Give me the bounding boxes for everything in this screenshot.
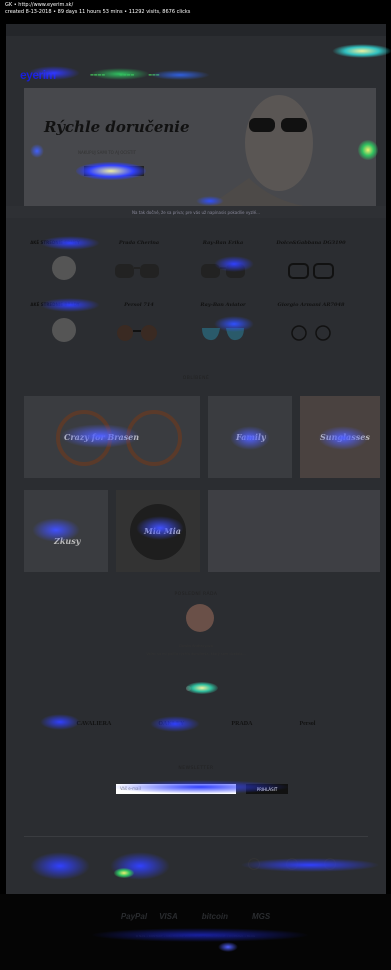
newsletter-email-input[interactable]: Váš e-mail — [116, 784, 236, 794]
category-avatar[interactable] — [52, 256, 76, 280]
glasses-image[interactable] — [200, 324, 246, 342]
hero-cta-button[interactable] — [84, 166, 144, 176]
chat-icon[interactable] — [324, 858, 336, 870]
glasses-image[interactable] — [200, 262, 246, 280]
mail-icon[interactable] — [286, 858, 298, 870]
reviewer-name: Dorota Andrasyova — [179, 644, 213, 648]
category-tile[interactable] — [208, 490, 380, 572]
nav-item[interactable]: ▬▬▬▬ — [119, 72, 134, 77]
review-pager[interactable] — [186, 686, 216, 692]
heatmap-header: GK • http://www.eyerim.sk/ created 8-13-… — [0, 0, 391, 22]
category-tile[interactable]: Sunglasses — [300, 396, 380, 478]
main-nav: ▬▬▬▬ ▬▬▬▬ ▬▬▬ — [90, 72, 160, 77]
brand-logo[interactable]: Persol — [299, 721, 315, 727]
website-screenshot: eyerim ▬▬▬▬ ▬▬▬▬ ▬▬▬ Rýchle doručenie NA… — [6, 24, 386, 894]
site-logo[interactable]: eyerim — [20, 68, 56, 82]
glasses-image[interactable] — [114, 324, 160, 342]
payments-footer — [0, 894, 391, 970]
phone-icon[interactable] — [248, 858, 260, 870]
review-title: POSLEDNÍ RÁDA — [174, 592, 218, 597]
brand-logo[interactable]: OAKLEY — [158, 721, 184, 727]
category-tile[interactable]: Mia Mia — [116, 490, 200, 572]
brand-strip: CAVALIERA OAKLEY PRADA Persol — [6, 714, 386, 734]
payment-logo: bitcoin — [201, 912, 228, 921]
payment-logos: PayPal VISA bitcoin MGS — [0, 912, 391, 921]
header-url: GK • http://www.eyerim.sk/ — [5, 2, 74, 8]
footer-icons — [248, 858, 378, 872]
category-label[interactable]: AKÉ STREDNIE SRMEY — [20, 240, 90, 245]
hero-model-image — [209, 95, 376, 206]
glasses-image[interactable] — [288, 262, 334, 280]
reviewer-avatar — [186, 604, 214, 632]
brand-logo[interactable]: CAVALIERA — [77, 721, 112, 727]
product-name[interactable]: Ray-Ban Aviator — [188, 302, 258, 308]
payment-logo: VISA — [159, 912, 178, 921]
tile-label: Crazy for Brasen — [64, 432, 140, 442]
hero-banner[interactable]: Rýchle doručenie NAKUPUJ SAMI TO AJ OCIS… — [24, 88, 376, 206]
tile-label: Zkusy — [54, 536, 81, 546]
product-name[interactable]: Prada Cherina — [104, 240, 174, 246]
tile-label: Family — [236, 432, 266, 442]
hero-subtitle: NAKUPUJ SAMI TO AJ OCISTIT — [78, 150, 136, 155]
product-name[interactable]: Persol 714 — [104, 302, 174, 308]
product-name[interactable]: Dolce&Gabbana DG3190 — [276, 240, 346, 246]
payment-logo: PayPal — [120, 912, 148, 921]
footer-links[interactable]: O NÁS • KONTAKT • OBCHODNÉ PODMIENKY • R… — [0, 934, 391, 938]
newsletter-title: NEWSLETTER — [178, 766, 214, 771]
divider — [24, 836, 368, 837]
nav-item[interactable]: ▬▬▬ — [148, 72, 159, 77]
top-bar — [6, 24, 386, 36]
header-stats: created 8-13-2018 • 89 days 11 hours 53 … — [5, 9, 191, 15]
product-name[interactable]: Giorgio Armani AR7048 — [276, 302, 346, 308]
brand-logo[interactable]: PRADA — [231, 721, 252, 727]
product-name[interactable]: Ray-Ban Erika — [188, 240, 258, 246]
glasses-image[interactable] — [114, 262, 160, 280]
tile-label: Mia Mia — [144, 526, 181, 536]
category-label[interactable]: AKÉ STREDNIE BRADY — [20, 302, 90, 307]
category-tile[interactable]: Family — [208, 396, 292, 478]
promo-strip: Na tak dočné, že sa priva; pre vás už na… — [6, 206, 386, 218]
nav-item[interactable]: ▬▬▬▬ — [90, 72, 105, 77]
category-tile[interactable]: Zkusy — [24, 490, 108, 572]
tile-label: Sunglasses — [320, 432, 370, 442]
review-text: Velmi sa mi páčila rýchla doručenia, kto… — [146, 652, 246, 656]
glasses-image[interactable] — [288, 324, 334, 342]
newsletter-submit-button[interactable]: PRIHLÁSIŤ — [246, 784, 288, 794]
hero-title: Rýchle doručenie — [44, 118, 190, 136]
favorites-title: OBLÍBENÉ — [182, 376, 210, 381]
payment-logo: MGS — [251, 912, 271, 921]
category-tile[interactable]: Crazy for Brasen — [24, 396, 200, 478]
category-avatar[interactable] — [52, 318, 76, 342]
